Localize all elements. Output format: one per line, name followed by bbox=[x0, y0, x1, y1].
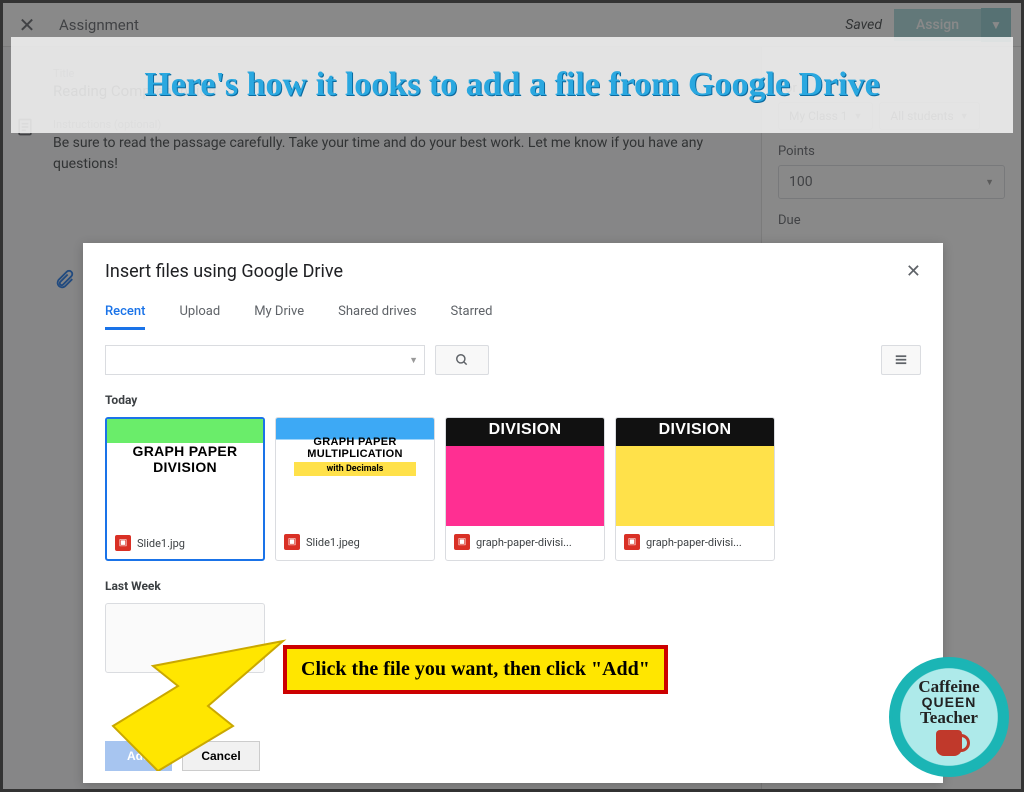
annotation-banner: Here's how it looks to add a file from G… bbox=[11, 37, 1013, 133]
file-card-0[interactable]: GRAPH PAPER DIVISION ▣Slide1.jpg bbox=[105, 417, 265, 561]
file-card-lastweek[interactable] bbox=[105, 603, 265, 673]
cup-icon bbox=[936, 730, 962, 756]
image-icon: ▣ bbox=[624, 534, 640, 550]
modal-tabs: Recent Upload My Drive Shared drives Sta… bbox=[105, 296, 921, 331]
file-name: Slide1.jpeg bbox=[306, 536, 360, 549]
cancel-button[interactable]: Cancel bbox=[182, 741, 259, 771]
today-label: Today bbox=[105, 393, 921, 407]
file-card-2[interactable]: DIVISION ▣graph-paper-divisi... bbox=[445, 417, 605, 561]
file-name: graph-paper-divisi... bbox=[476, 536, 572, 549]
points-select[interactable]: 100▼ bbox=[778, 165, 1005, 199]
tab-recent[interactable]: Recent bbox=[105, 296, 145, 330]
file-name: Slide1.jpg bbox=[137, 537, 185, 550]
lastweek-label: Last Week bbox=[105, 579, 921, 593]
file-name: graph-paper-divisi... bbox=[646, 536, 742, 549]
image-icon: ▣ bbox=[115, 535, 131, 551]
list-view-icon[interactable] bbox=[881, 345, 921, 375]
image-icon: ▣ bbox=[454, 534, 470, 550]
modal-close-icon[interactable]: ✕ bbox=[906, 261, 921, 282]
annotation-callout: Click the file you want, then click "Add… bbox=[283, 645, 668, 694]
add-button[interactable]: Add bbox=[105, 741, 172, 771]
banner-text: Here's how it looks to add a file from G… bbox=[144, 65, 879, 104]
due-label: Due bbox=[778, 213, 1005, 228]
files-today: GRAPH PAPER DIVISION ▣Slide1.jpg GRAPH P… bbox=[105, 417, 921, 561]
tab-starred[interactable]: Starred bbox=[451, 296, 493, 330]
drive-modal: Insert files using Google Drive ✕ Recent… bbox=[83, 243, 943, 783]
assign-button[interactable]: Assign bbox=[894, 9, 981, 41]
points-label: Points bbox=[778, 144, 1005, 159]
file-card-1[interactable]: GRAPH PAPER MULTIPLICATIONwith Decimals … bbox=[275, 417, 435, 561]
search-button[interactable] bbox=[435, 345, 489, 375]
tab-upload[interactable]: Upload bbox=[179, 296, 220, 330]
saved-status: Saved bbox=[845, 17, 882, 33]
attach-icon[interactable] bbox=[53, 269, 75, 295]
page-title: Assignment bbox=[59, 16, 139, 34]
file-card-3[interactable]: DIVISION ▣graph-paper-divisi... bbox=[615, 417, 775, 561]
tab-mydrive[interactable]: My Drive bbox=[254, 296, 304, 330]
image-icon: ▣ bbox=[284, 534, 300, 550]
brand-logo: Caffeine QUEEN Teacher bbox=[889, 657, 1009, 777]
tab-shared[interactable]: Shared drives bbox=[338, 296, 416, 330]
modal-title: Insert files using Google Drive bbox=[105, 261, 343, 282]
search-input[interactable]: ▼ bbox=[105, 345, 425, 375]
close-icon[interactable]: ✕ bbox=[13, 11, 41, 39]
instructions-field[interactable]: Be sure to read the passage carefully. T… bbox=[53, 133, 731, 175]
